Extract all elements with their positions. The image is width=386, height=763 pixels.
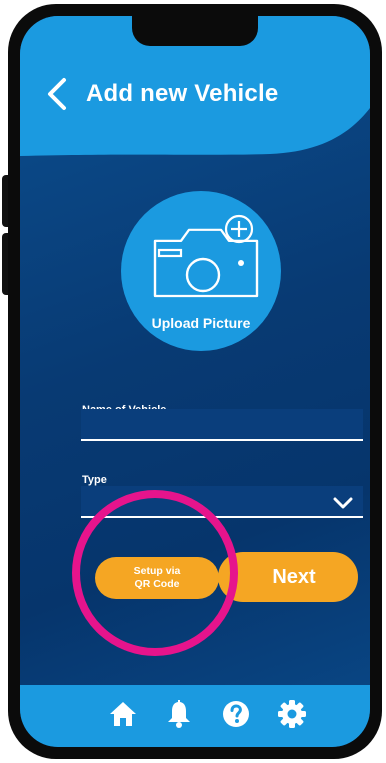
qr-button-line2: QR Code [134,578,180,590]
qr-button-line1: Setup via [133,565,181,577]
upload-picture-button[interactable]: Upload Picture [121,191,281,351]
page-title: Add new Vehicle [86,80,279,107]
home-icon[interactable] [108,699,138,729]
next-button[interactable]: Next [218,552,358,602]
help-icon[interactable] [221,699,251,729]
app-screen: Add new Vehicle Upload Picture Name of V… [20,16,370,747]
upload-picture-label: Upload Picture [151,315,251,331]
vehicle-type-label: Type [82,474,107,486]
camera-add-icon [153,214,259,298]
bell-icon[interactable] [164,699,194,729]
chevron-left-icon [48,78,66,110]
phone-notch [132,16,258,46]
setup-qr-code-button[interactable]: Setup via QR Code [95,557,219,599]
vehicle-type-dropdown[interactable] [81,486,363,518]
chevron-down-icon [333,497,353,509]
phone-frame: Add new Vehicle Upload Picture Name of V… [8,4,382,759]
back-button[interactable] [42,76,72,112]
gear-icon[interactable] [277,699,307,729]
bottom-nav [20,685,370,747]
vehicle-name-input[interactable] [81,409,363,441]
